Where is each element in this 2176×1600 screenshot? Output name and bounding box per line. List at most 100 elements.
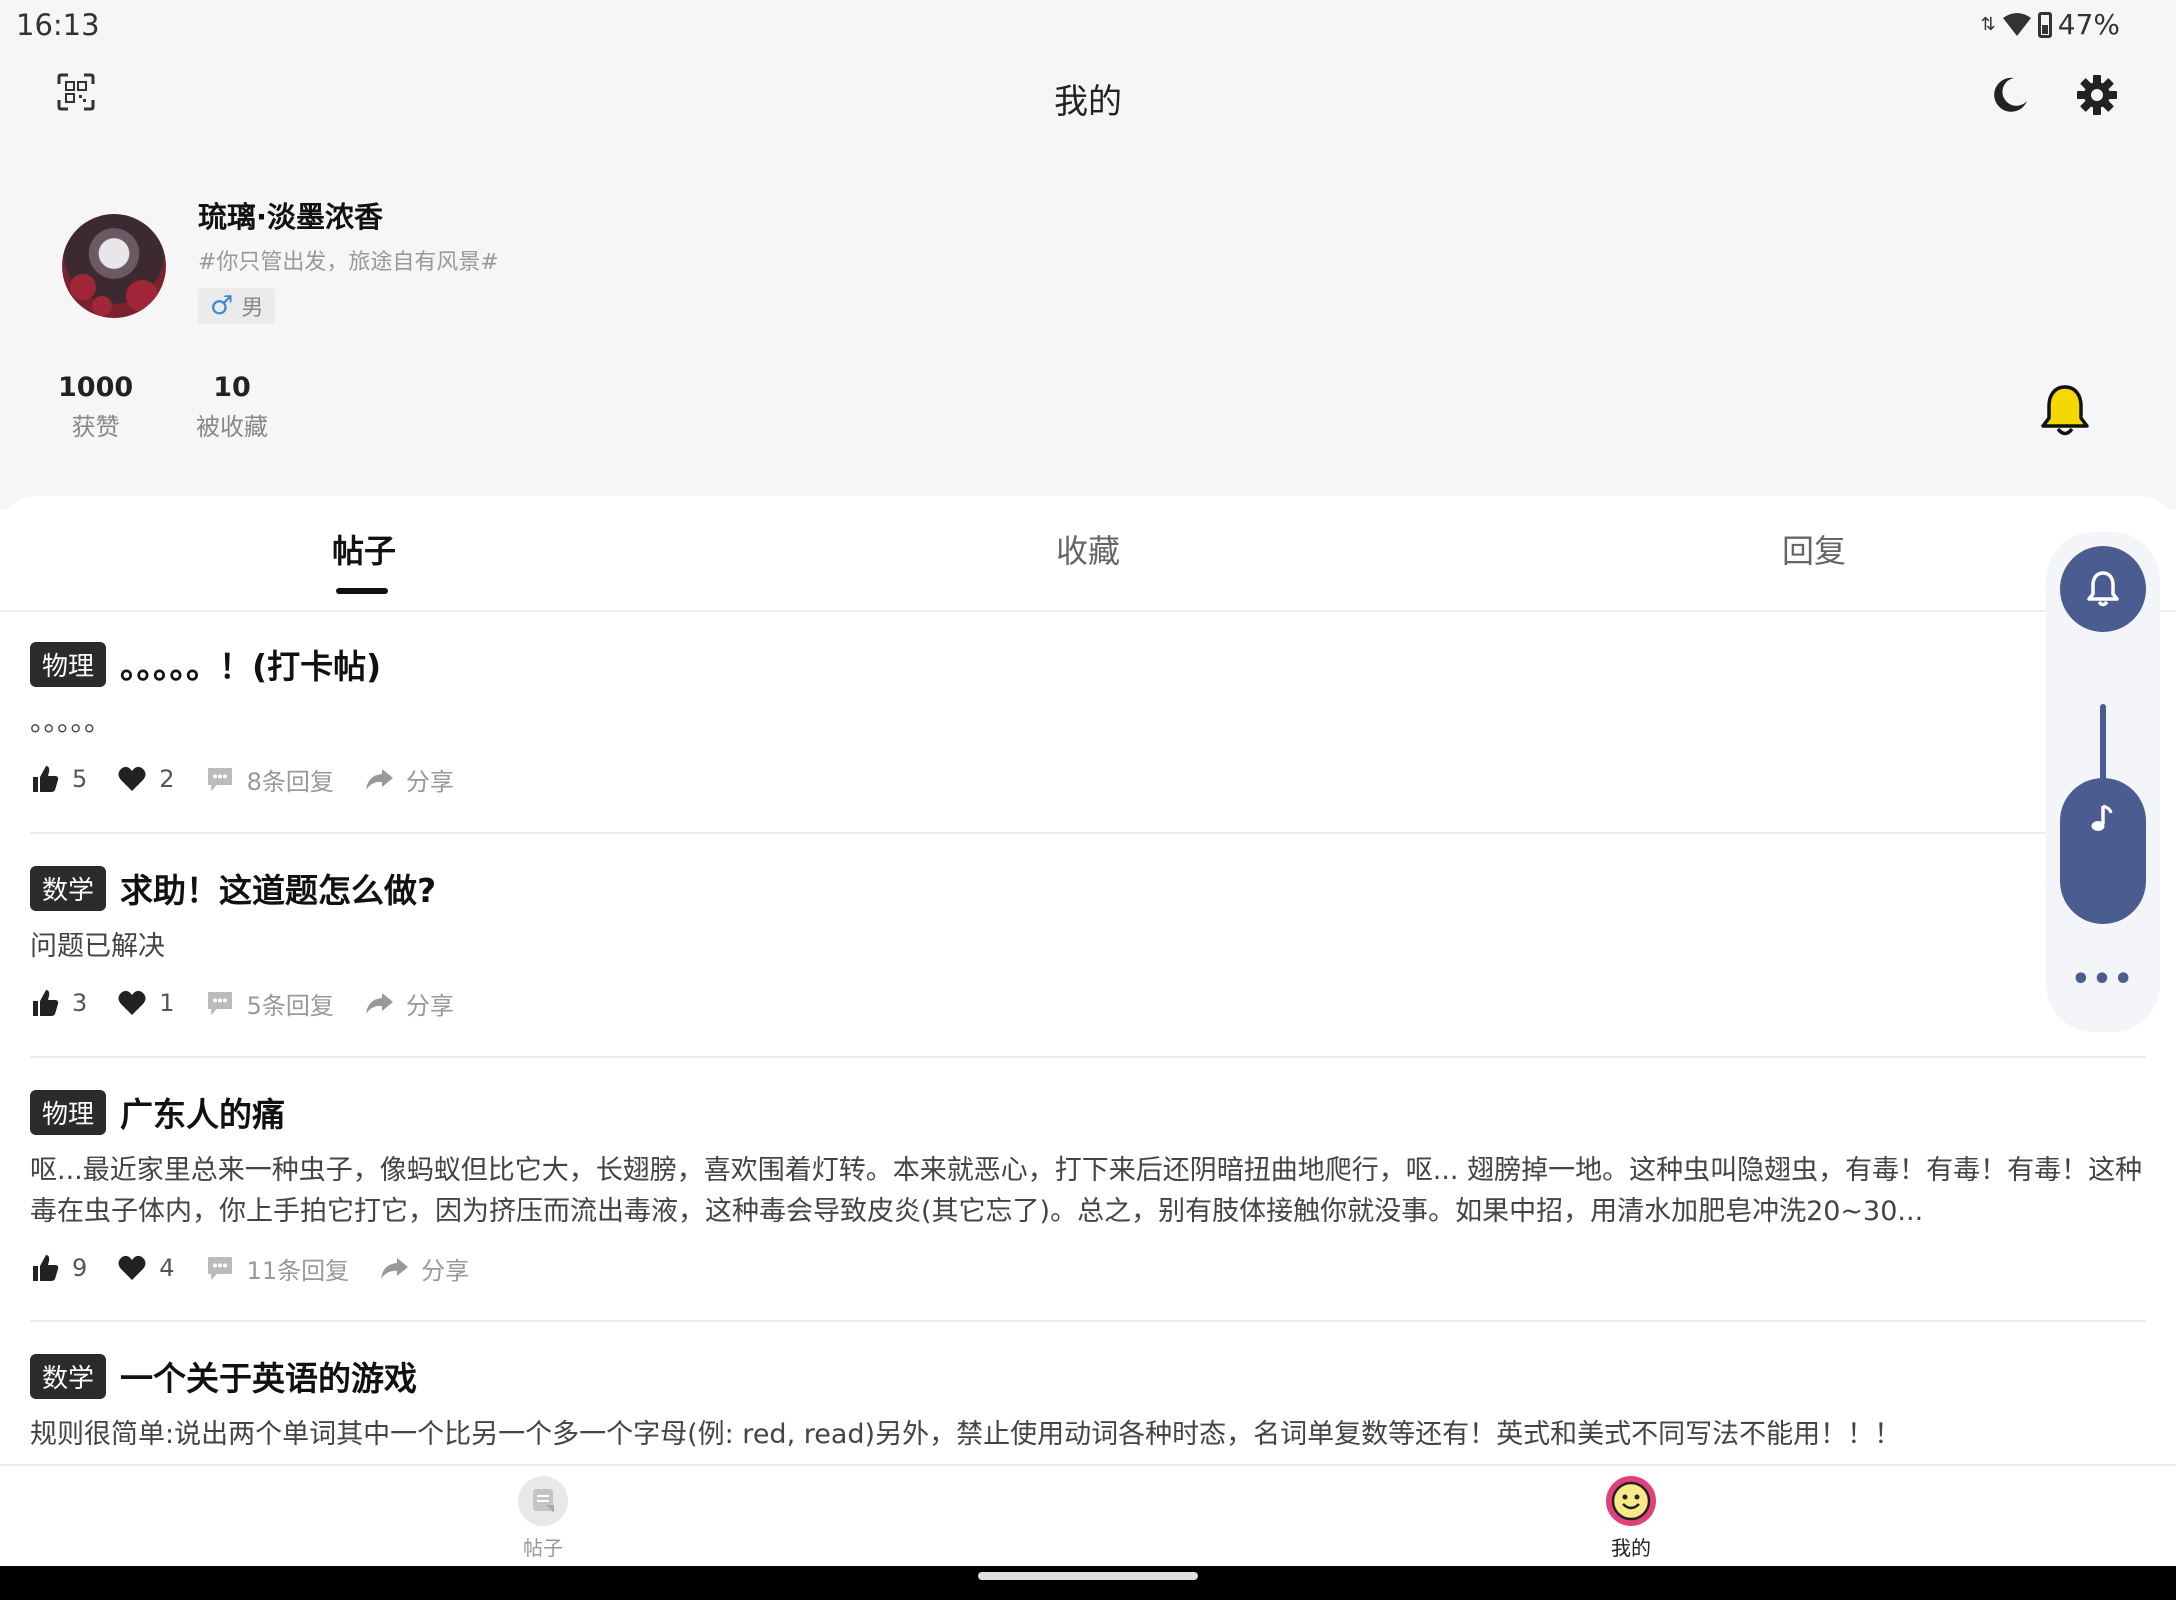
favorite-count: 4 <box>159 1254 175 1282</box>
comment-icon <box>207 768 232 791</box>
bell-icon[interactable] <box>2036 382 2094 440</box>
share-icon <box>381 1258 409 1279</box>
stat-collected: 10 被收藏 <box>196 372 268 442</box>
home-indicator[interactable] <box>978 1572 1198 1580</box>
post-actions: 9 4 11条回复 分享 <box>30 1248 2146 1288</box>
stat-value: 1000 <box>58 372 134 403</box>
tab-bar: 帖子 收藏 回复 <box>0 496 2176 612</box>
post-title: 。。。。。！(打卡帖) <box>120 647 382 686</box>
thumbs-up-icon <box>33 1255 59 1281</box>
share-icon <box>365 769 393 790</box>
share-label: 分享 <box>421 1256 470 1285</box>
reply-button[interactable]: 11条回复 <box>205 1251 350 1286</box>
post-tag: 数学 <box>30 865 107 911</box>
post-body: 问题已解决 <box>30 931 165 962</box>
bottom-nav: 帖子 我的 <box>0 1464 2176 1566</box>
floating-bell-button[interactable] <box>2060 546 2146 632</box>
status-bar: 16:13 ⇅ 47% <box>0 0 2176 52</box>
share-icon <box>365 993 393 1014</box>
thumbs-up-icon <box>33 766 59 792</box>
heart-icon <box>118 766 146 791</box>
app-bar: 我的 <box>0 52 2176 140</box>
stat-label: 获赞 <box>71 413 120 441</box>
share-button[interactable]: 分享 <box>364 986 454 1021</box>
gender-label: 男 <box>241 296 264 321</box>
posts-nav-icon <box>518 1476 568 1526</box>
signature: #你只管出发，旅途自有风景# <box>198 250 499 275</box>
battery-level: 47% <box>2057 8 2120 41</box>
smiley-icon <box>1606 1476 1656 1526</box>
tab-posts[interactable]: 帖子 <box>332 526 396 572</box>
status-time: 16:13 <box>16 8 100 42</box>
reply-button[interactable]: 8条回复 <box>205 762 334 797</box>
tab-replies[interactable]: 回复 <box>1782 526 1846 572</box>
reply-count: 8条回复 <box>246 767 334 796</box>
favorite-count: 1 <box>159 989 175 1017</box>
share-button[interactable]: 分享 <box>379 1251 469 1286</box>
divider <box>30 1056 2146 1058</box>
share-button[interactable]: 分享 <box>364 762 454 797</box>
heart-icon <box>118 990 146 1015</box>
stat-label: 被收藏 <box>196 413 268 441</box>
divider <box>30 1320 2146 1322</box>
reply-button[interactable]: 5条回复 <box>205 986 334 1021</box>
post-body: 。。。。。 <box>30 707 111 738</box>
status-icons: ⇅ 47% <box>1981 8 2120 41</box>
like-button[interactable]: 9 <box>30 1253 87 1283</box>
system-gesture-bar <box>0 1566 2176 1600</box>
content-card: 帖子 收藏 回复 物理 。。。。。！(打卡帖) 。。。。。 5 2 8条回复 分… <box>0 496 2176 1466</box>
moon-icon[interactable] <box>1990 74 2030 114</box>
gear-icon[interactable] <box>2076 74 2118 116</box>
heart-icon <box>118 1255 146 1280</box>
like-count: 9 <box>72 1254 88 1282</box>
data-arrows-icon: ⇅ <box>1980 14 1996 35</box>
reply-count: 11条回复 <box>246 1256 350 1285</box>
list-item[interactable]: 数学 一个关于英语的游戏 规则很简单:说出两个单词其中一个比另一个多一个字母(例… <box>30 1350 2146 1455</box>
favorite-count: 2 <box>159 765 175 793</box>
gender-badge: ♂ 男 <box>198 288 276 324</box>
favorite-button[interactable]: 2 <box>117 764 175 794</box>
favorite-button[interactable]: 4 <box>117 1253 175 1283</box>
post-actions: 5 2 8条回复 分享 <box>30 759 2146 799</box>
favorite-button[interactable]: 1 <box>117 988 175 1018</box>
post-tag: 物理 <box>30 641 107 687</box>
comment-icon <box>207 1257 232 1280</box>
post-actions: 3 1 5条回复 分享 <box>30 983 2146 1023</box>
music-slider-handle[interactable] <box>2060 778 2146 924</box>
page-title: 我的 <box>1054 82 1122 122</box>
post-title: 广东人的痛 <box>120 1095 286 1134</box>
list-item[interactable]: 物理 广东人的痛 呕...最近家里总来一种虫子，像蚂蚁但比它大，长翅膀，喜欢围着… <box>30 1086 2146 1288</box>
nav-posts[interactable]: 帖子 <box>483 1476 603 1561</box>
like-button[interactable]: 3 <box>30 988 87 1018</box>
nav-label: 我的 <box>1611 1536 1651 1560</box>
post-body: 规则很简单:说出两个单词其中一个比另一个多一个字母(例: red, read)另… <box>30 1419 1902 1450</box>
thumbs-up-icon <box>33 990 59 1016</box>
comment-icon <box>207 992 232 1015</box>
wifi-icon <box>2002 12 2031 36</box>
reply-count: 5条回复 <box>246 991 334 1020</box>
male-icon: ♂ <box>210 291 234 321</box>
like-count: 3 <box>72 989 88 1017</box>
avatar[interactable] <box>62 214 166 318</box>
post-title: 求助！这道题怎么做? <box>120 871 437 910</box>
nav-mine[interactable]: 我的 <box>1571 1476 1691 1561</box>
share-label: 分享 <box>405 767 454 796</box>
profile-header: 琉璃·淡墨浓香 #你只管出发，旅途自有风景# ♂ 男 1000 获赞 10 被收… <box>0 140 2176 510</box>
like-count: 5 <box>72 765 88 793</box>
more-icon[interactable]: ••• <box>2046 962 2160 997</box>
tab-favorites[interactable]: 收藏 <box>1056 526 1120 572</box>
username: 琉璃·淡墨浓香 <box>198 200 384 234</box>
list-item[interactable]: 数学 求助！这道题怎么做? 问题已解决 3 1 5条回复 分享 <box>30 862 2146 1023</box>
floating-panel: ••• <box>2046 532 2160 1032</box>
battery-icon <box>2037 11 2052 38</box>
post-tag: 物理 <box>30 1089 107 1135</box>
stat-value: 10 <box>213 372 251 403</box>
bell-icon <box>2087 571 2119 607</box>
post-title: 一个关于英语的游戏 <box>120 1359 418 1398</box>
list-item[interactable]: 物理 。。。。。！(打卡帖) 。。。。。 5 2 8条回复 分享 <box>30 638 2146 799</box>
stat-likes: 1000 获赞 <box>58 372 133 442</box>
volume-slider-track[interactable] <box>2100 704 2106 784</box>
music-note-icon <box>2091 804 2113 831</box>
post-body: 呕...最近家里总来一种虫子，像蚂蚁但比它大，长翅膀，喜欢围着灯转。本来就恶心，… <box>30 1155 2143 1227</box>
like-button[interactable]: 5 <box>30 764 87 794</box>
